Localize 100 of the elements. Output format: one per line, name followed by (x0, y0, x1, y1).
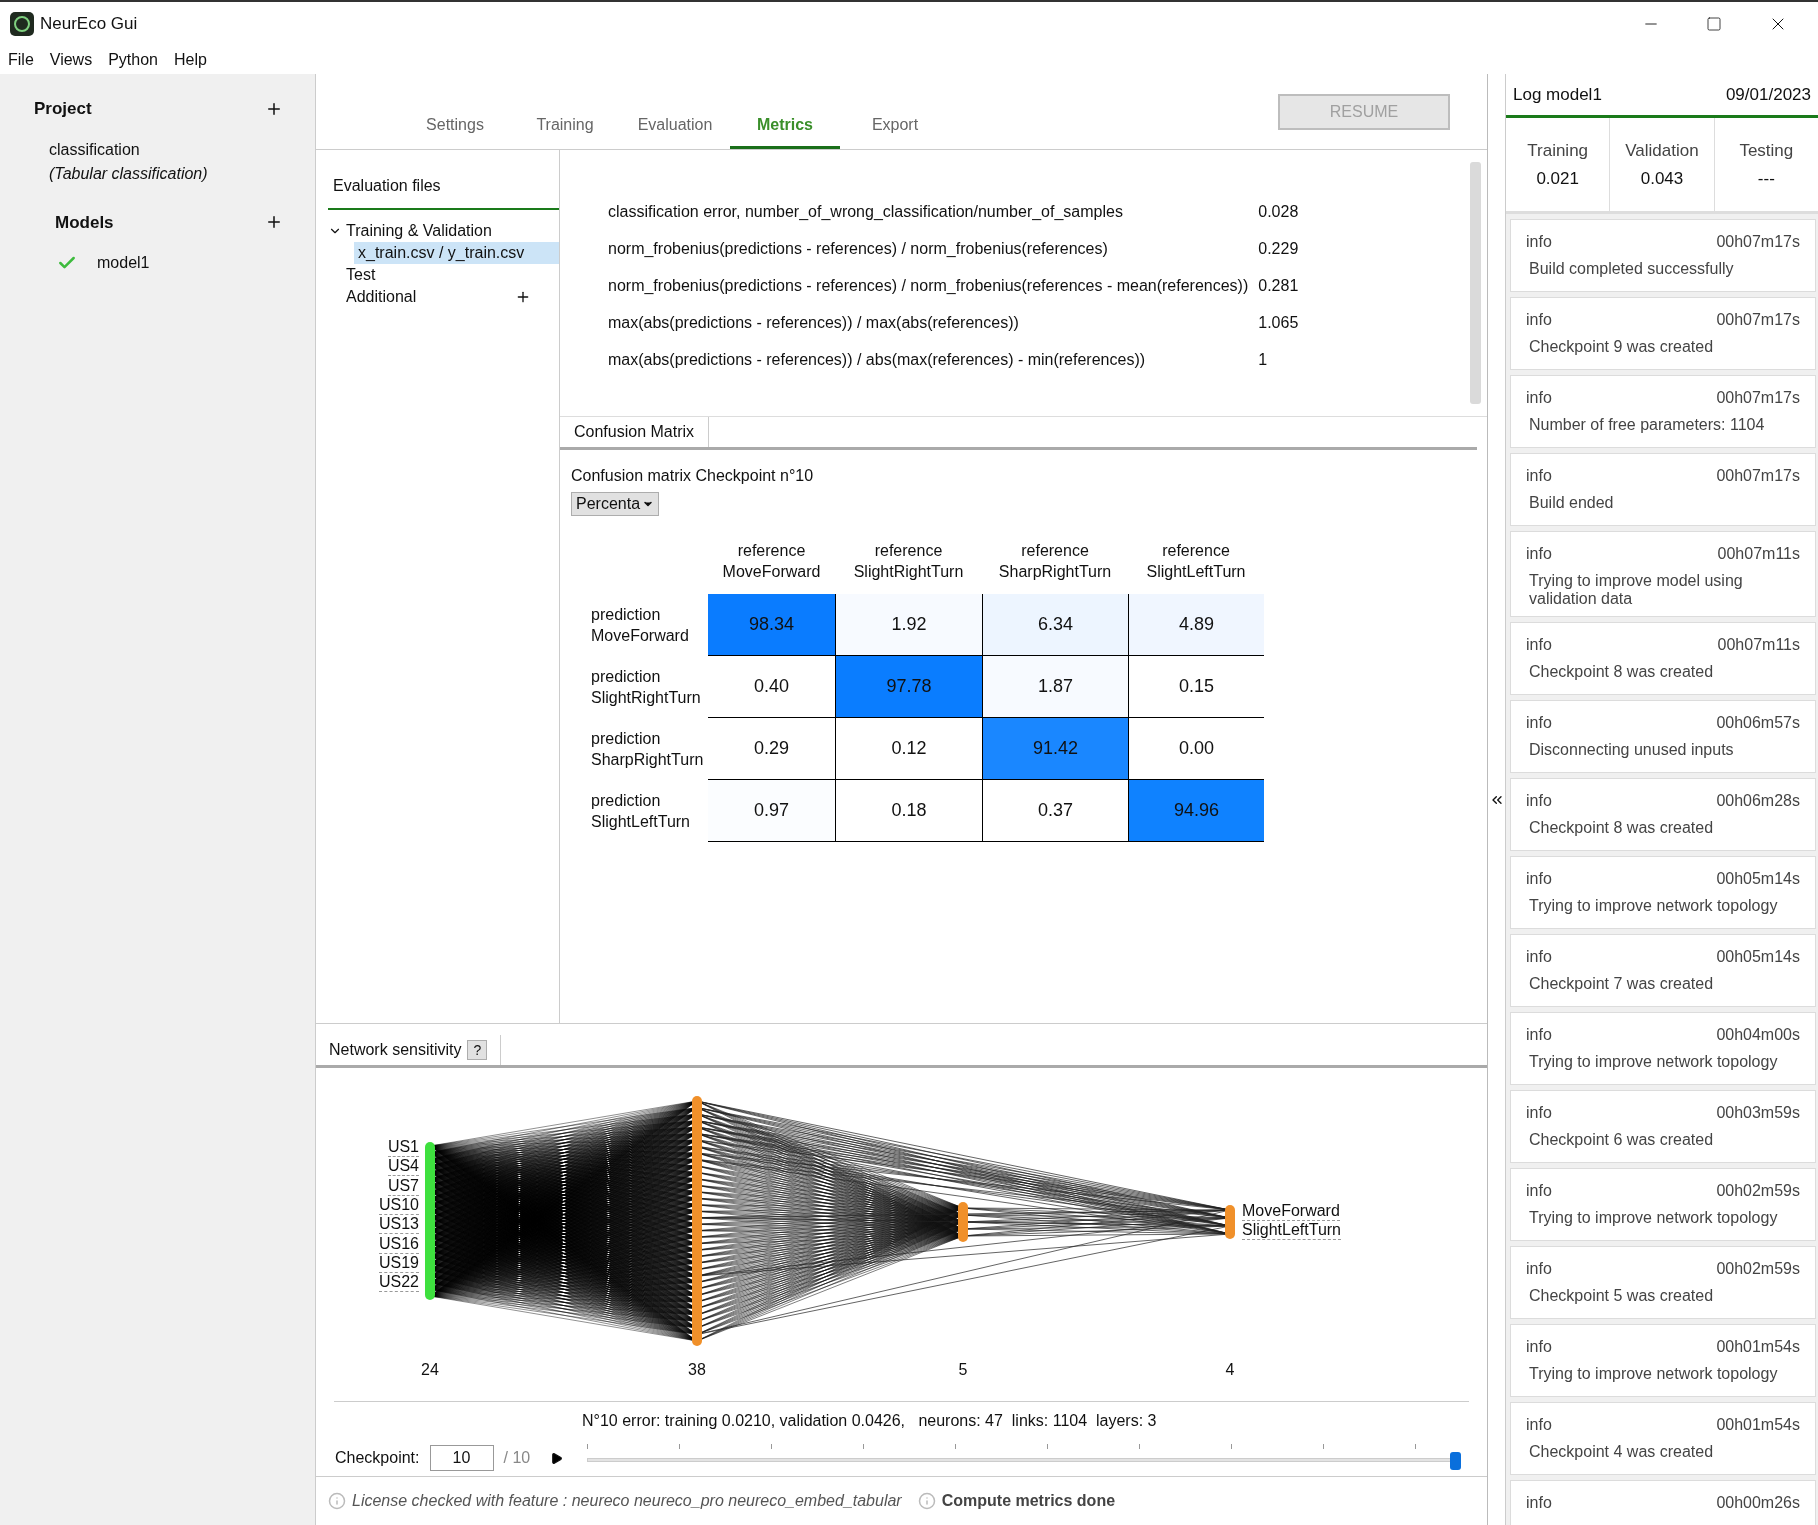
log-level: info (1526, 232, 1552, 252)
log-level: info (1526, 713, 1552, 733)
model-item[interactable]: model1 (97, 251, 150, 275)
log-message: Build ended (1528, 494, 1615, 512)
matrix-cell: 0.18 (835, 780, 982, 842)
log-time: 00h07m17s (1716, 232, 1800, 252)
row-header: prediction SharpRightTurn (591, 729, 704, 770)
log-message: Checkpoint 8 was created (1528, 819, 1715, 837)
log-time: 00h01m54s (1716, 1415, 1800, 1435)
stat-label: Training (1527, 140, 1589, 162)
log-level: info (1526, 310, 1552, 330)
log-message: Trying to improve network topology (1528, 1209, 1779, 1227)
tree-item[interactable]: Additional (344, 285, 419, 309)
info-icon (917, 1492, 936, 1510)
metric-name: classification error, number_of_wrong_classification/number_of_samples (608, 202, 1124, 222)
stat-value: 0.021 (1536, 167, 1579, 190)
metric-name: norm_frobenius(predictions - references) / norm_frobenius(references - mean(references)) (608, 276, 1249, 296)
log-message: Trying to improve model using validation data (1528, 572, 1744, 608)
log-level: info (1526, 947, 1552, 967)
log-time: 00h02m59s (1716, 1259, 1800, 1279)
log-title: Log model1 (1513, 83, 1602, 106)
menu-item[interactable]: Help (174, 48, 207, 72)
input-label: US19 (378, 1253, 419, 1273)
log-message: Checkpoint 6 was created (1528, 1131, 1715, 1149)
log-level: info (1526, 635, 1552, 655)
layer-size: 24 (420, 1360, 440, 1380)
status-message: Compute metrics done (941, 1491, 1116, 1511)
tree-item[interactable]: x_train.csv / y_train.csv (354, 242, 559, 264)
checkpoint-slider[interactable] (587, 1444, 1461, 1472)
project-name[interactable]: classification (49, 137, 315, 162)
log-time: 00h06m57s (1716, 713, 1800, 733)
tab[interactable]: Metrics (730, 109, 840, 149)
checkpoint-label: Checkpoint: (335, 1448, 420, 1468)
mode-dropdown[interactable]: Percenta (571, 492, 660, 516)
layer-size: 5 (957, 1360, 969, 1380)
layer-size: 4 (1224, 1360, 1236, 1380)
menu-item[interactable]: Python (108, 48, 158, 72)
log-level: info (1526, 1493, 1552, 1513)
log-message: Checkpoint 7 was created (1528, 975, 1715, 993)
checkpoint-field[interactable]: 10 (429, 1445, 494, 1471)
log-level: info (1526, 388, 1552, 408)
stat-value: 0.043 (1640, 167, 1684, 190)
project-heading: Project (34, 98, 92, 120)
log-time: 00h07m17s (1716, 310, 1800, 330)
license-message: License checked with feature : neureco neureco_pro neureco_embed_tabular (352, 1491, 902, 1511)
metric-value: 1.065 (1258, 313, 1299, 333)
row-header: prediction SlightLeftTurn (591, 791, 690, 832)
metric-name: max(abs(predictions - references)) / abs(max(references) - min(references)) (608, 350, 1147, 370)
app-logo-icon (10, 12, 34, 36)
log-time: 00h07m11s (1717, 635, 1800, 655)
log-time: 00h06m28s (1716, 791, 1800, 811)
metric-name: max(abs(predictions - references)) / max(abs(references)) (608, 313, 1020, 333)
matrix-cell: 0.37 (982, 780, 1128, 842)
matrix-cell: 0.12 (835, 718, 982, 780)
menu-item[interactable]: Views (49, 48, 93, 72)
add-icon[interactable] (515, 289, 531, 305)
tab[interactable]: Export (840, 109, 950, 149)
checkpoint-summary: N°10 error: training 0.0210, validation 0.0426, neurons: 47 links: 1104 layers: 3 (582, 1411, 1157, 1431)
matrix-cell: 97.78 (835, 656, 982, 718)
tab[interactable]: Training (510, 109, 620, 149)
log-message: Number of free parameters: 1104 (1528, 416, 1766, 434)
input-label: US7 (387, 1176, 419, 1196)
matrix-cell: 98.34 (708, 594, 835, 656)
input-label: US1 (387, 1138, 419, 1157)
log-message: Checkpoint 4 was created (1528, 1443, 1715, 1461)
input-label: US10 (378, 1195, 419, 1215)
column-header: reference SlightLeftTurn (1146, 541, 1246, 582)
log-level: info (1526, 869, 1552, 889)
network-sensitivity-tab[interactable]: Network sensitivity (329, 1038, 462, 1062)
log-message: Trying to improve network topology (1528, 1365, 1779, 1383)
menu-item[interactable]: File (8, 48, 34, 72)
log-level: info (1526, 1181, 1552, 1201)
stat-label: Testing (1739, 140, 1794, 162)
tree-item[interactable]: Training & Validation (344, 219, 494, 243)
models-heading: Models (55, 211, 114, 234)
column-header: reference SharpRightTurn (998, 541, 1112, 582)
log-message: Disconnecting unused inputs (1528, 741, 1735, 759)
log-level: info (1526, 1415, 1552, 1435)
maximize-icon[interactable] (1706, 16, 1722, 32)
log-message: Trying to improve network topology (1528, 897, 1779, 915)
play-icon[interactable] (550, 1451, 564, 1465)
scrollbar[interactable] (1470, 162, 1481, 404)
log-time: 00h01m54s (1716, 1337, 1800, 1357)
metric-value: 0.028 (1258, 202, 1299, 222)
input-label: US4 (387, 1157, 419, 1177)
log-time: 00h07m17s (1716, 388, 1800, 408)
log-time: 00h03m59s (1716, 1103, 1800, 1123)
stat-label: Validation (1625, 140, 1699, 162)
tree-item[interactable]: Test (344, 263, 378, 287)
input-label: US22 (378, 1273, 419, 1293)
tab[interactable]: Settings (400, 109, 510, 149)
tab[interactable]: Evaluation (620, 109, 730, 149)
evaluation-files-heading: Evaluation files (328, 174, 559, 210)
matrix-cell: 91.42 (982, 718, 1128, 780)
log-time: 00h07m11s (1717, 544, 1800, 564)
input-label: US13 (378, 1215, 419, 1235)
log-message: Checkpoint 5 was created (1528, 1287, 1715, 1305)
log-message: Trying to improve network topology (1528, 1053, 1779, 1071)
log-time: 00h05m14s (1716, 869, 1800, 889)
help-button[interactable]: ? (467, 1040, 488, 1060)
